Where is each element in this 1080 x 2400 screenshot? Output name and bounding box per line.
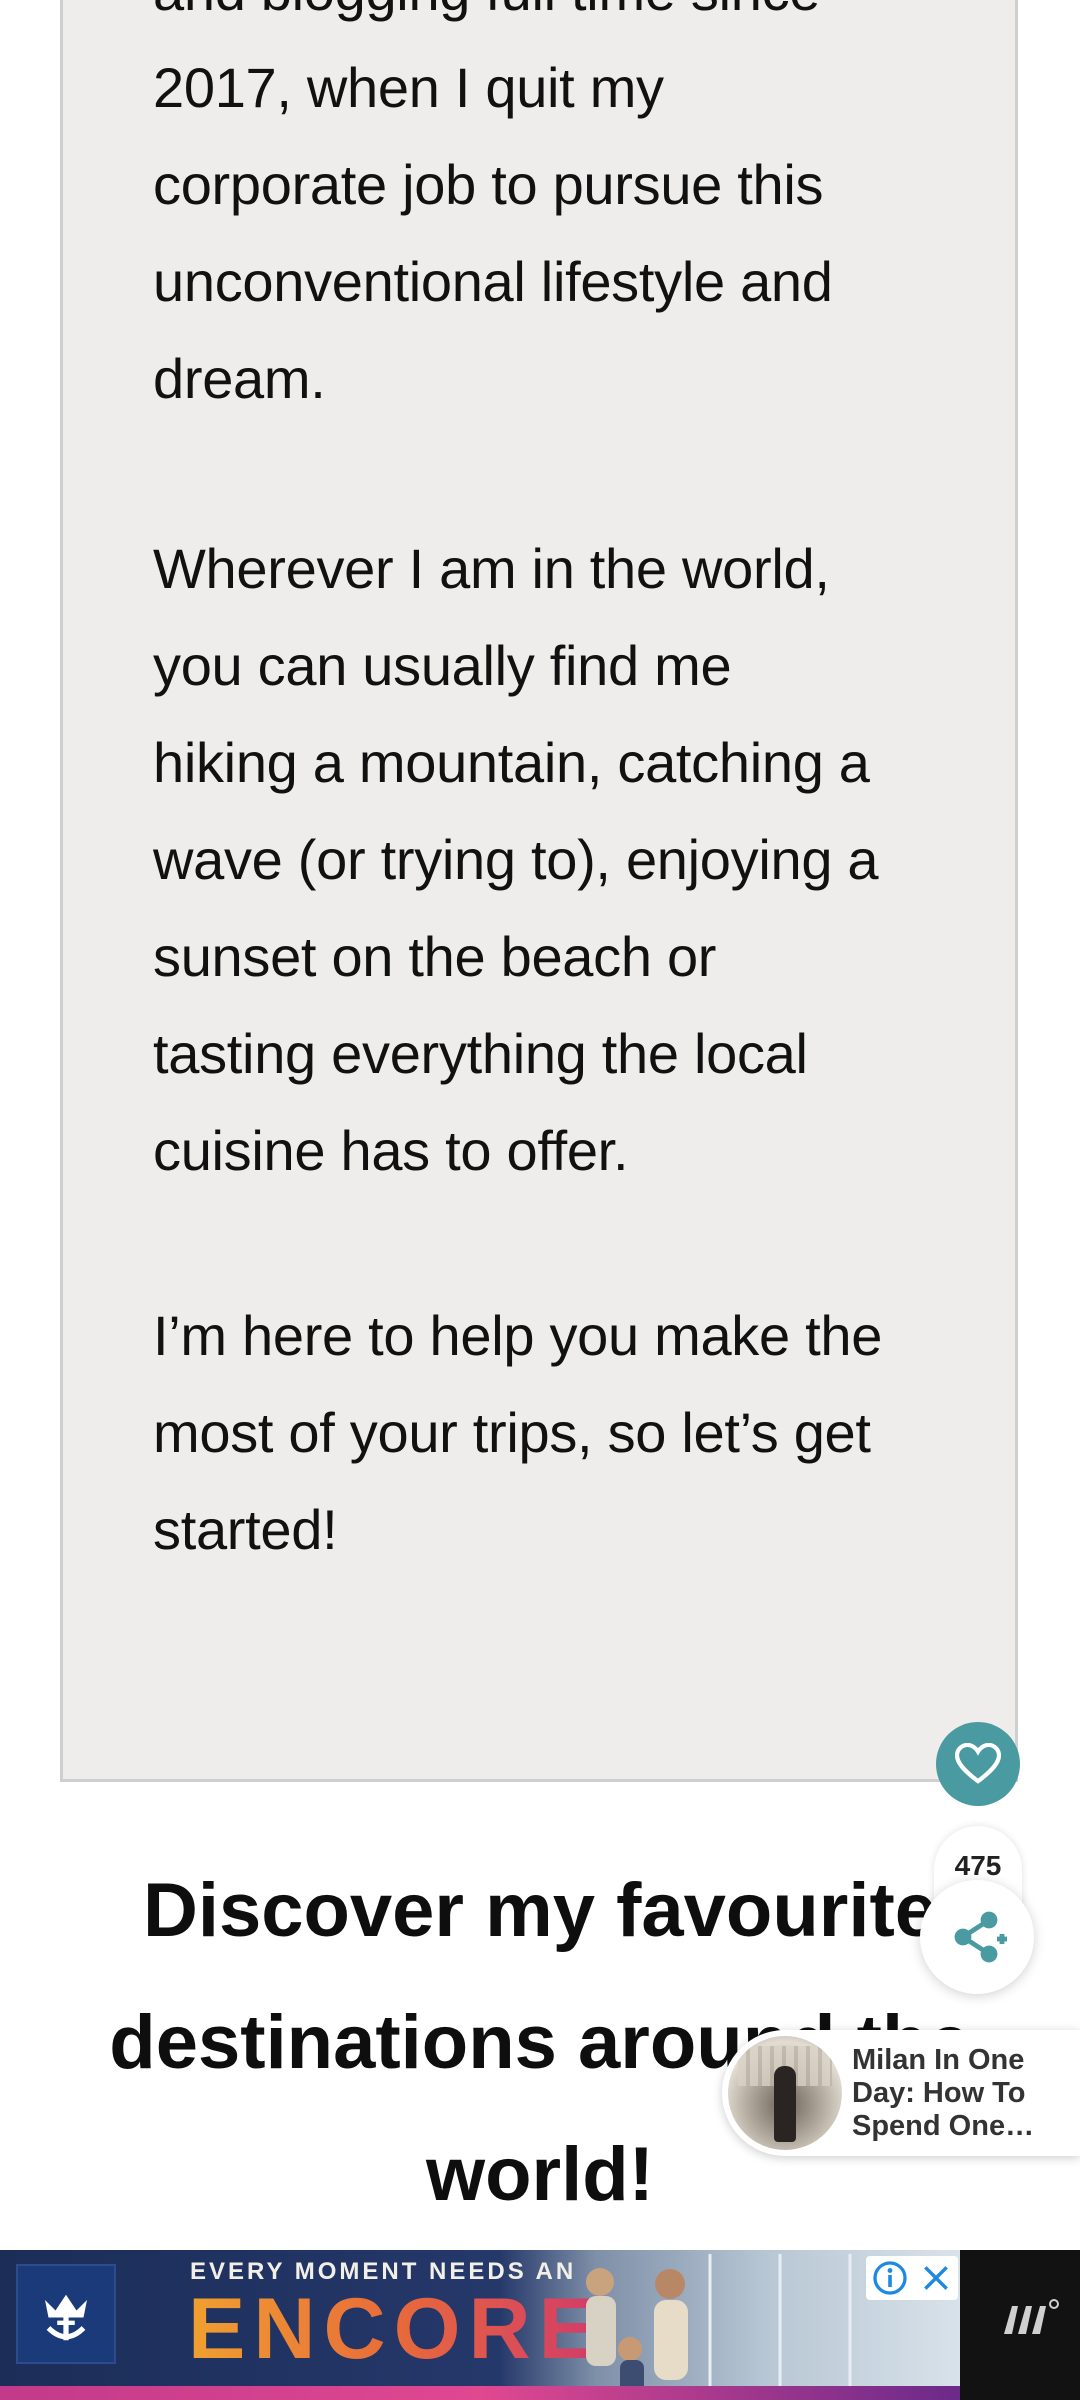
info-icon[interactable] bbox=[872, 2260, 908, 2296]
heart-icon bbox=[955, 1743, 1001, 1784]
text-line: started! bbox=[153, 1498, 338, 1561]
text-line: I’m here to help you make the bbox=[153, 1304, 883, 1367]
ad-stripe bbox=[0, 2386, 960, 2400]
text-line: you can usually find me bbox=[153, 634, 732, 697]
post-thumbnail bbox=[728, 2036, 842, 2150]
text-line: most of your trips, so let’s get bbox=[153, 1401, 871, 1464]
share-icon bbox=[954, 1911, 1007, 1963]
crown-anchor-logo-icon bbox=[16, 2264, 116, 2364]
ad-banner[interactable]: EVERY MOMENT NEEDS AN ENCORE bbox=[0, 2250, 960, 2400]
text-line: wave (or trying to), enjoying a bbox=[153, 828, 879, 891]
text-line: 2017, when I quit my bbox=[153, 56, 664, 119]
text-line: dream. bbox=[153, 347, 326, 410]
share-button[interactable] bbox=[920, 1880, 1034, 1994]
heading-line: Discover my favourite bbox=[142, 1868, 938, 1953]
about-paragraph-1: and blogging full time since 2017, when … bbox=[153, 0, 953, 427]
text-line: and blogging full time since bbox=[153, 0, 953, 39]
recommended-post-card[interactable]: Milan In One Day: How To Spend One… bbox=[722, 2030, 1080, 2156]
text-line: corporate job to pursue this bbox=[153, 153, 824, 216]
text-line: unconventional lifestyle and bbox=[153, 250, 833, 313]
about-paragraph-3: I’m here to help you make the most of yo… bbox=[153, 1287, 953, 1578]
favorite-button[interactable] bbox=[936, 1722, 1020, 1806]
about-paragraph-2: Wherever I am in the world, you can usua… bbox=[153, 520, 953, 1199]
recommended-post-title: Milan In One Day: How To Spend One… bbox=[852, 2044, 1035, 2142]
ad-network-logo-icon bbox=[1004, 2299, 1059, 2334]
close-icon[interactable] bbox=[920, 2262, 952, 2294]
text-line: hiking a mountain, catching a bbox=[153, 731, 870, 794]
text-line: cuisine has to offer. bbox=[153, 1119, 629, 1182]
text-line: Wherever I am in the world, bbox=[153, 537, 830, 600]
ad-controls bbox=[866, 2256, 958, 2300]
ad-bar: EVERY MOMENT NEEDS AN ENCORE bbox=[0, 2250, 1080, 2400]
ad-photo-people bbox=[586, 2254, 852, 2394]
text-line: sunset on the beach or bbox=[153, 925, 717, 988]
ad-headline: ENCORE bbox=[188, 2281, 604, 2377]
text-line: tasting everything the local bbox=[153, 1022, 808, 1085]
